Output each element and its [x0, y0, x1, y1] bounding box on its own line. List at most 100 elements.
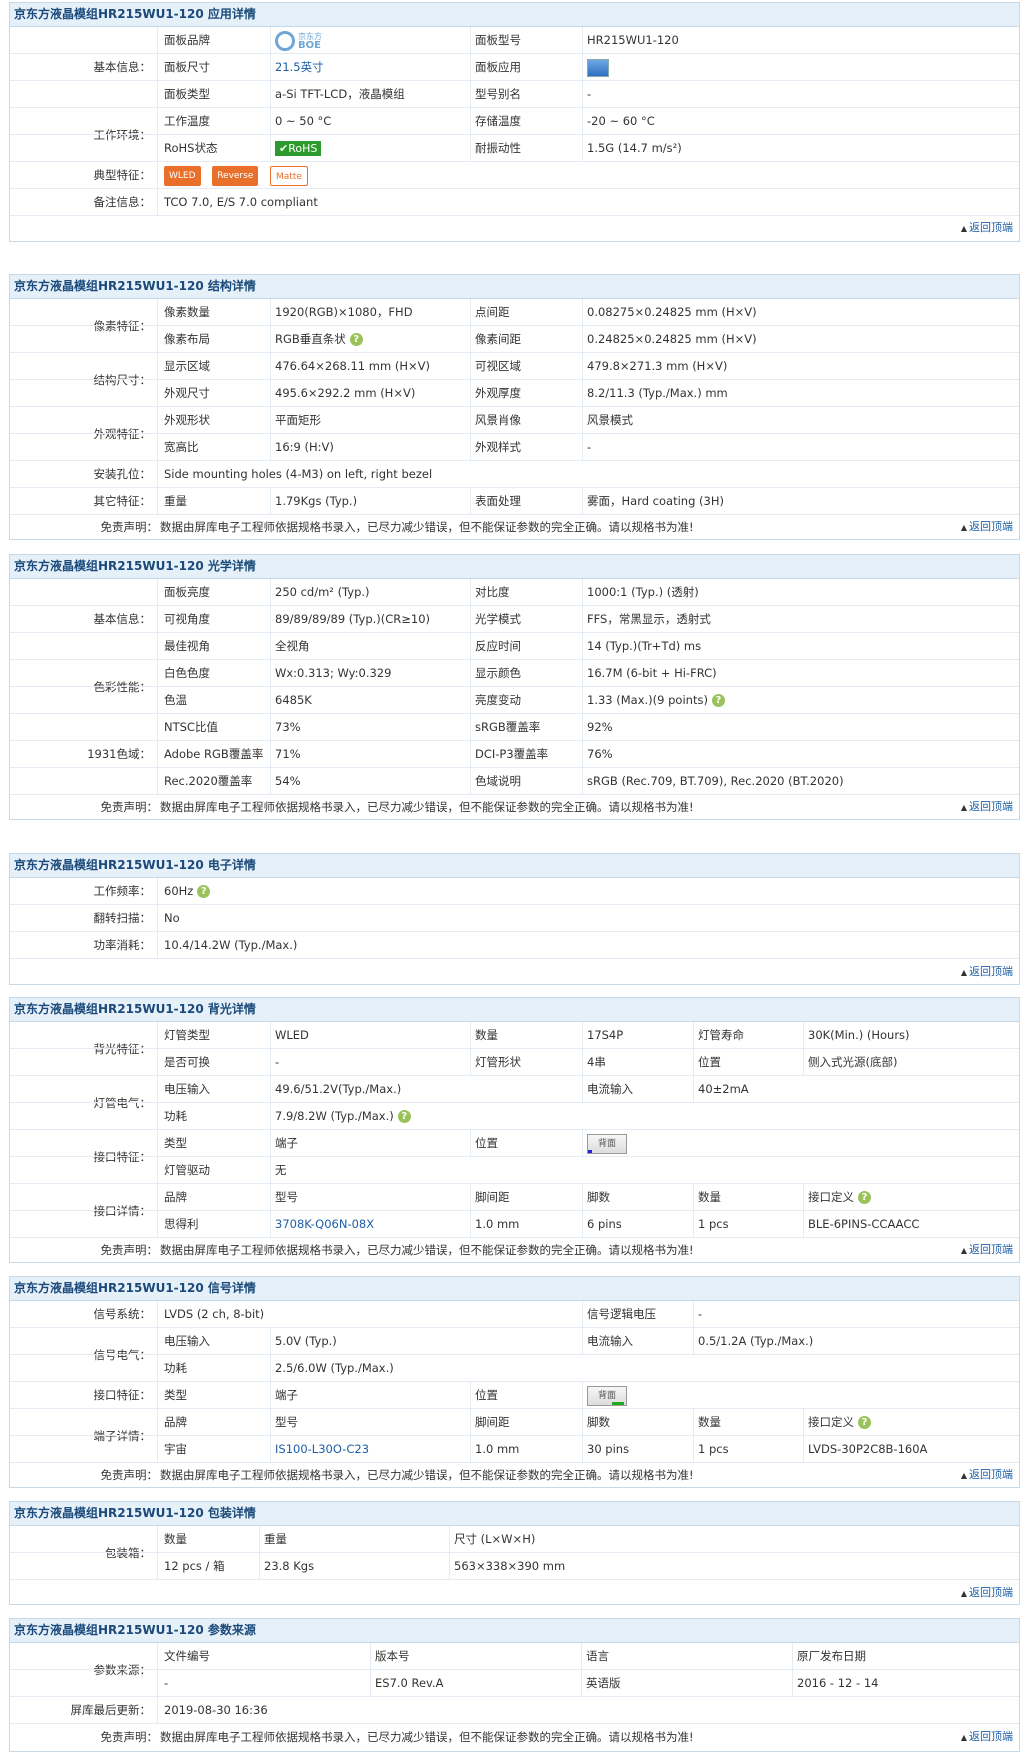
table-cell: 宇宙 [160, 1436, 271, 1463]
table-header: 型号 [271, 1184, 471, 1211]
position-cell: 背面 [583, 1130, 1021, 1157]
cell-value-link[interactable]: 21.5英寸 [271, 54, 471, 81]
cell-label: 显示区域 [160, 353, 271, 380]
help-icon[interactable]: ? [197, 885, 211, 898]
back-to-top-link[interactable]: ▲ 返回顶端 [961, 1463, 1013, 1488]
cell-value: - [271, 1049, 471, 1076]
cell-label: 最佳视角 [160, 633, 271, 660]
cell-label: 数量 [471, 1022, 583, 1049]
cell-value: Wx:0.313; Wy:0.329 [271, 660, 471, 687]
cell-label: 灯管类型 [160, 1022, 271, 1049]
cell-value: 2019-08-30 16:36 [164, 1703, 268, 1717]
cell-value: 全视角 [271, 633, 471, 660]
table-header: 脚间距 [471, 1184, 583, 1211]
cell-label: 对比度 [471, 579, 583, 606]
cell-label: RoHS状态 [160, 135, 271, 162]
connector-model-link[interactable]: IS100-L30O-C23 [271, 1436, 471, 1463]
cell-label: Rec.2020覆盖率 [160, 768, 271, 795]
cell-value: 76% [587, 747, 613, 761]
cell-value: 1920(RGB)×1080，FHD [271, 299, 471, 326]
cell-label: 外观尺寸 [160, 380, 271, 407]
section-title: 京东方液晶模组HR215WU1-120 包装详情 [10, 1502, 1019, 1526]
table-cell: 563×338×390 mm [454, 1559, 566, 1573]
back-to-top-link[interactable]: ▲ 返回顶端 [961, 1725, 1013, 1750]
cell-value: 6485K [271, 687, 471, 714]
connector-model-link[interactable]: 3708K-Q06N-08X [271, 1211, 471, 1238]
cell-label: 面板类型 [160, 81, 271, 108]
cell-value: 5.0V (Typ.) [271, 1328, 583, 1355]
application-section: 京东方液晶模组HR215WU1-120 应用详情 基本信息： 面板品牌 京东方 B… [9, 2, 1020, 242]
cell-value: 平面矩形 [271, 407, 471, 434]
cell-value: FFS，常黑显示，透射式 [587, 612, 711, 626]
cell-label: 灯管寿命 [694, 1022, 804, 1049]
table-header: 品牌 [160, 1409, 271, 1436]
cell-value: 风景模式 [587, 413, 633, 427]
back-to-top-link[interactable]: ▲ 返回顶端 [961, 515, 1013, 540]
cell-label: 反应时间 [471, 633, 583, 660]
up-triangle-icon: ▲ [960, 1589, 967, 1598]
cell-label: 面板尺寸 [160, 54, 271, 81]
cell-label: 电流输入 [583, 1328, 694, 1355]
table-cell: 1.0 mm [471, 1211, 583, 1238]
cell-value: 17S4P [583, 1022, 694, 1049]
back-to-top-link[interactable]: ▲ 返回顶端 [961, 1581, 1013, 1606]
table-cell: 6 pins [583, 1211, 694, 1238]
cell-label: sRGB覆盖率 [471, 714, 583, 741]
app-cell[interactable] [583, 54, 1021, 81]
up-triangle-icon: ▲ [960, 1733, 967, 1742]
monitor-icon[interactable] [587, 58, 609, 77]
cell-label: 类型 [160, 1382, 271, 1409]
help-icon[interactable]: ? [711, 694, 725, 707]
cell-label: 宽高比 [160, 434, 271, 461]
electrical-section: 京东方液晶模组HR215WU1-120 电子详情 工作频率： 60Hz? 翻转扫… [9, 853, 1020, 985]
packaging-section: 京东方液晶模组HR215WU1-120 包装详情 包装箱： 数量 重量 尺寸 (… [9, 1501, 1020, 1605]
wled-badge[interactable]: WLED [164, 165, 201, 186]
cell-label: 外观样式 [471, 434, 583, 461]
cell-label: 外观厚度 [471, 380, 583, 407]
table-header: 数量 [694, 1409, 804, 1436]
back-to-top-link[interactable]: ▲ 返回顶端 [961, 960, 1013, 985]
cell-value: 1.5G (14.7 m/s²) [587, 141, 682, 155]
table-header: 脚数 [583, 1409, 694, 1436]
disclaimer-text: 数据由屏库电子工程师依据规格书录入，已尽力减少错误，但不能保证参数的完全正确。请… [160, 1468, 694, 1482]
back-to-top-link[interactable]: ▲ 返回顶端 [961, 216, 1013, 241]
help-icon[interactable]: ? [349, 333, 363, 346]
cell-value: 54% [271, 768, 471, 795]
reverse-badge[interactable]: Reverse [212, 165, 259, 186]
cell-label: 存储温度 [471, 108, 583, 135]
back-to-top-link[interactable]: ▲ 返回顶端 [961, 1238, 1013, 1263]
cell-value: 8.2/11.3 (Typ./Max.) mm [587, 386, 728, 400]
cell-value: 73% [271, 714, 471, 741]
table-header: 脚数 [583, 1184, 694, 1211]
cell-label: 功耗 [160, 1103, 271, 1130]
table-cell: 1 pcs [694, 1211, 804, 1238]
cell-value: - [698, 1307, 703, 1321]
up-triangle-icon: ▲ [960, 803, 967, 812]
back-position-button[interactable]: 背面 [587, 1385, 627, 1406]
cell-label: Adobe RGB覆盖率 [160, 741, 271, 768]
table-header: 接口定义? [804, 1409, 1021, 1436]
up-triangle-icon: ▲ [960, 968, 967, 977]
disclaimer-text: 数据由屏库电子工程师依据规格书录入，已尽力减少错误，但不能保证参数的完全正确。请… [160, 1243, 694, 1257]
section-title: 京东方液晶模组HR215WU1-120 电子详情 [10, 854, 1019, 878]
cell-label: 白色色度 [160, 660, 271, 687]
section-title: 京东方液晶模组HR215WU1-120 结构详情 [10, 275, 1019, 299]
cell-label: 是否可换 [160, 1049, 271, 1076]
cell-value: RGB垂直条状? [271, 326, 471, 353]
help-icon[interactable]: ? [858, 1416, 871, 1429]
back-to-top-link[interactable]: ▲ 返回顶端 [961, 795, 1013, 820]
up-triangle-icon: ▲ [960, 1246, 967, 1255]
matte-badge[interactable]: Matte [270, 165, 308, 186]
brand-logo[interactable]: 京东方 BOE [271, 27, 471, 54]
help-icon[interactable]: ? [858, 1191, 871, 1204]
cell-label: DCI-P3覆盖率 [471, 741, 583, 768]
table-header: 脚间距 [471, 1409, 583, 1436]
cell-value: 0.5/1.2A (Typ./Max.) [698, 1334, 814, 1348]
cell-value: 侧入式光源(底部) [808, 1055, 898, 1069]
back-position-button[interactable]: 背面 [587, 1133, 627, 1154]
position-cell: 背面 [583, 1382, 1021, 1409]
cell-value: 495.6×292.2 mm (H×V) [271, 380, 471, 407]
cell-label: 电压输入 [160, 1328, 271, 1355]
up-triangle-icon: ▲ [960, 224, 967, 233]
help-icon[interactable]: ? [397, 1110, 411, 1123]
